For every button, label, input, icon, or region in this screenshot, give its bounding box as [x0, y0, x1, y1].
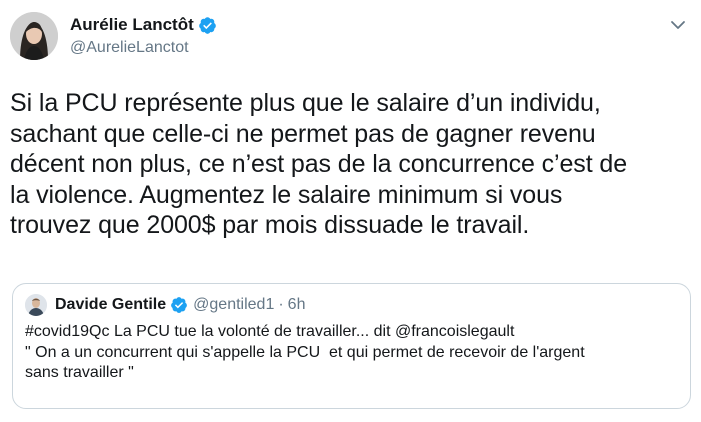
tweet-card: Aurélie Lanctôt @AurelieLanctot Si la PC… [0, 0, 701, 422]
author-name-row: Aurélie Lanctôt [70, 15, 217, 35]
quoted-separator: · [278, 296, 284, 313]
quoted-text-line: " On a un concurrent qui s'appelle la PC… [25, 343, 585, 361]
quoted-display-name[interactable]: Davide Gentile [55, 296, 166, 314]
tweet-text: Si la PCU représente plus que le salaire… [10, 88, 690, 241]
tweet-text-line: Si la PCU représente plus que le salaire… [10, 89, 601, 117]
quoted-avatar[interactable] [25, 294, 47, 316]
author-handle[interactable]: @AurelieLanctot [70, 39, 217, 57]
quoted-handle[interactable]: @gentiled1 [193, 296, 274, 314]
verified-badge-icon [170, 296, 188, 314]
quoted-text: #covid19Qc La PCU tue la volonté de trav… [25, 322, 678, 384]
tweet-text-line: décent non plus, ce n’est pas de la conc… [10, 150, 628, 178]
author-names: Aurélie Lanctôt @AurelieLanctot [70, 15, 217, 57]
chevron-down-icon[interactable] [669, 16, 687, 34]
tweet-text-line: la violence. Augmentez le salaire minimu… [10, 180, 563, 209]
tweet-text-line: trouvez que 2000$ par mois dissuade le t… [10, 211, 530, 239]
tweet-header: Aurélie Lanctôt @AurelieLanctot [10, 12, 217, 60]
author-display-name[interactable]: Aurélie Lanctôt [70, 15, 194, 35]
quoted-text-line: #covid19Qc La PCU tue la volonté de trav… [25, 323, 515, 340]
quoted-header: Davide Gentile @gentiled1 · 6h [25, 294, 678, 316]
quoted-tweet[interactable]: Davide Gentile @gentiled1 · 6h #covid19Q… [12, 283, 691, 409]
author-avatar[interactable] [10, 12, 58, 60]
verified-badge-icon [198, 16, 217, 35]
quoted-timestamp[interactable]: 6h [288, 296, 306, 314]
tweet-text-line: sachant que celle-ci ne permet pas de ga… [10, 119, 596, 148]
quoted-text-line: sans travailler " [25, 364, 134, 381]
